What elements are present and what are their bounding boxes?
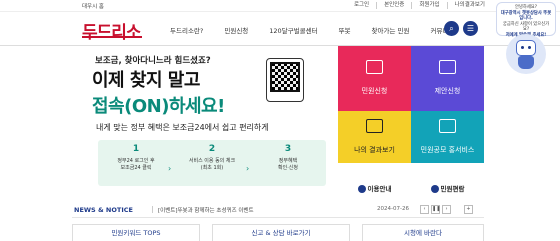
hamburger-icon: ☰ bbox=[466, 24, 475, 33]
city-home-link[interactable]: 대우시 홈 bbox=[82, 2, 104, 10]
step-text: 정부24 로그인 후 bbox=[117, 158, 155, 164]
robot-icon bbox=[506, 34, 546, 74]
step-number: 1 bbox=[132, 144, 140, 154]
tile-label: 제안신청 bbox=[434, 87, 461, 95]
mini-label: 민원편람 bbox=[440, 185, 465, 193]
arrow-right-icon: › bbox=[246, 164, 250, 173]
menu-button[interactable]: ☰ bbox=[463, 21, 478, 36]
step-text: 정부혜택 bbox=[278, 158, 298, 164]
nav-callcenter[interactable]: 120달구벌콜센터 bbox=[269, 25, 317, 35]
apply-tile[interactable]: 민원신청 bbox=[338, 46, 411, 111]
step-text: 확인·신청 bbox=[278, 165, 298, 171]
verify-link[interactable]: 본인인증 bbox=[376, 2, 411, 9]
mini-label: 이용안내 bbox=[367, 185, 392, 193]
chevron-right-icon: › bbox=[445, 206, 448, 212]
step-text: (최초 1회) bbox=[200, 165, 224, 171]
nav-visiting[interactable]: 찾아가는 민원 bbox=[372, 25, 410, 35]
step-2: 2 서비스 이용 동의 체크 (최초 1회) bbox=[182, 144, 242, 172]
tile-label: 민원신청 bbox=[361, 87, 388, 95]
step-3: 3 정부혜택 확인·신청 bbox=[258, 144, 318, 172]
news-date: 2024-07-26 bbox=[377, 206, 409, 212]
more-button[interactable]: + bbox=[464, 205, 473, 214]
showcase-tile[interactable]: 민원공모 홍서비스 bbox=[411, 111, 484, 163]
pause-icon: ❚❚ bbox=[432, 206, 441, 212]
login-link[interactable]: 로그인 bbox=[347, 2, 376, 9]
step-text: 서비스 이용 동의 체크 bbox=[188, 158, 236, 164]
info-icon bbox=[357, 185, 366, 193]
divider bbox=[152, 206, 153, 213]
envelope-icon bbox=[366, 60, 383, 74]
report-consult-section[interactable]: 신고 & 상담 바로가기 bbox=[212, 224, 350, 241]
tile-label: 민원공모 홍서비스 bbox=[420, 146, 475, 154]
bubble-text: 대구광역시 챗봇상담사 뚜봇입니다. bbox=[500, 10, 552, 22]
step-text: 보조금24 클릭 bbox=[120, 165, 152, 171]
chatbot-bubble: 안녕하세요? 대구광역시 챗봇상담사 뚜봇입니다. 궁금하신 사항이 있으신가요… bbox=[496, 2, 556, 38]
chatbot-widget[interactable]: 안녕하세요? 대구광역시 챗봇상담사 뚜봇입니다. 궁금하신 사항이 있으신가요… bbox=[494, 2, 558, 74]
nav-apply[interactable]: 민원신청 bbox=[224, 25, 248, 35]
pause-button[interactable]: ❚❚ bbox=[431, 205, 440, 214]
banner-subtitle: 보조금, 찾아다니느라 힘드셨죠? bbox=[95, 56, 211, 66]
prev-button[interactable]: ‹ bbox=[420, 205, 429, 214]
propose-tile[interactable]: 제안신청 bbox=[411, 46, 484, 111]
site-logo[interactable]: 두드리소 bbox=[82, 18, 142, 43]
qr-code-icon bbox=[270, 62, 300, 92]
arrow-right-icon: › bbox=[168, 164, 172, 173]
quick-tiles: 민원신청 제안신청 나의 결과보기 민원공모 홍서비스 이용안내 민원편람 bbox=[338, 46, 484, 201]
robot-head bbox=[516, 40, 536, 56]
chevron-left-icon: ‹ bbox=[423, 206, 426, 212]
person-search-icon bbox=[366, 119, 383, 133]
main-banner[interactable]: 보조금, 찾아다니느라 힘드셨죠? 이제 찾지 말고 접속(ON)하세요! 내게… bbox=[0, 46, 338, 201]
search-button[interactable]: ⌕ bbox=[444, 21, 459, 36]
robot-body bbox=[518, 56, 534, 69]
signup-link[interactable]: 회원가입 bbox=[411, 2, 446, 9]
section-title: 신고 & 상담 바로가기 bbox=[251, 229, 311, 237]
main-nav: 두드리소란? 민원신청 120달구벌콜센터 뚜봇 찾아가는 민원 커뮤니티 bbox=[170, 25, 475, 35]
robot-eye bbox=[528, 46, 531, 49]
my-results-link[interactable]: 나의결과보기 bbox=[446, 2, 492, 9]
document-icon bbox=[439, 60, 456, 74]
city-wish-section[interactable]: 시청에 바란다 bbox=[362, 224, 484, 241]
bubble-text: 궁금하신 사항이 있으신가요? bbox=[502, 21, 550, 33]
handbook-link[interactable]: 민원편람 bbox=[411, 178, 484, 201]
my-results-tile[interactable]: 나의 결과보기 bbox=[338, 111, 411, 163]
steps-box: 1 정부24 로그인 후 보조금24 클릭 › 2 서비스 이용 동의 체크 (… bbox=[98, 140, 326, 186]
step-number: 2 bbox=[208, 144, 216, 154]
news-headline[interactable]: [이벤트]뚜봇과 함께하는 초성퀴즈 이벤트 bbox=[158, 206, 254, 214]
robot-eye bbox=[521, 46, 524, 49]
step-1: 1 정부24 로그인 후 보조금24 클릭 bbox=[106, 144, 166, 172]
news-title: NEWS & NOTICE bbox=[74, 206, 133, 214]
banner-description: 내게 맞는 정부 혜택은 보조금24에서 쉽고 편리하게 bbox=[96, 123, 269, 132]
plus-icon: + bbox=[466, 206, 471, 212]
usage-guide-link[interactable]: 이용안내 bbox=[338, 178, 411, 201]
step-number: 3 bbox=[284, 144, 292, 154]
next-button[interactable]: › bbox=[442, 205, 451, 214]
logo-underline bbox=[82, 36, 142, 38]
utility-menu: 로그인 본인인증 회원가입 나의결과보기 bbox=[347, 2, 492, 9]
book-icon bbox=[430, 185, 439, 193]
news-notice-bar: NEWS & NOTICE [이벤트]뚜봇과 함께하는 초성퀴즈 이벤트 202… bbox=[72, 201, 484, 218]
section-title: 시청에 바란다 bbox=[404, 229, 442, 237]
search-icon: ⌕ bbox=[449, 24, 454, 33]
site-header: 두드리소 두드리소란? 민원신청 120달구벌콜센터 뚜봇 찾아가는 민원 커뮤… bbox=[0, 12, 560, 46]
keyword-top-section[interactable]: 민원키워드 TOPS bbox=[72, 224, 200, 241]
megaphone-icon bbox=[439, 119, 456, 133]
banner-title-line1: 이제 찾지 말고 bbox=[92, 70, 200, 91]
tile-label: 나의 결과보기 bbox=[354, 146, 395, 154]
nav-about[interactable]: 두드리소란? bbox=[170, 25, 203, 35]
section-title: 민원키워드 TOPS bbox=[111, 229, 161, 237]
nav-chatbot[interactable]: 뚜봇 bbox=[339, 25, 351, 35]
top-utility-bar: 대우시 홈 로그인 본인인증 회원가입 나의결과보기 bbox=[0, 0, 560, 12]
logo-text: 두드리소 bbox=[82, 23, 142, 43]
banner-title-line2: 접속(ON)하세요! bbox=[92, 96, 225, 117]
